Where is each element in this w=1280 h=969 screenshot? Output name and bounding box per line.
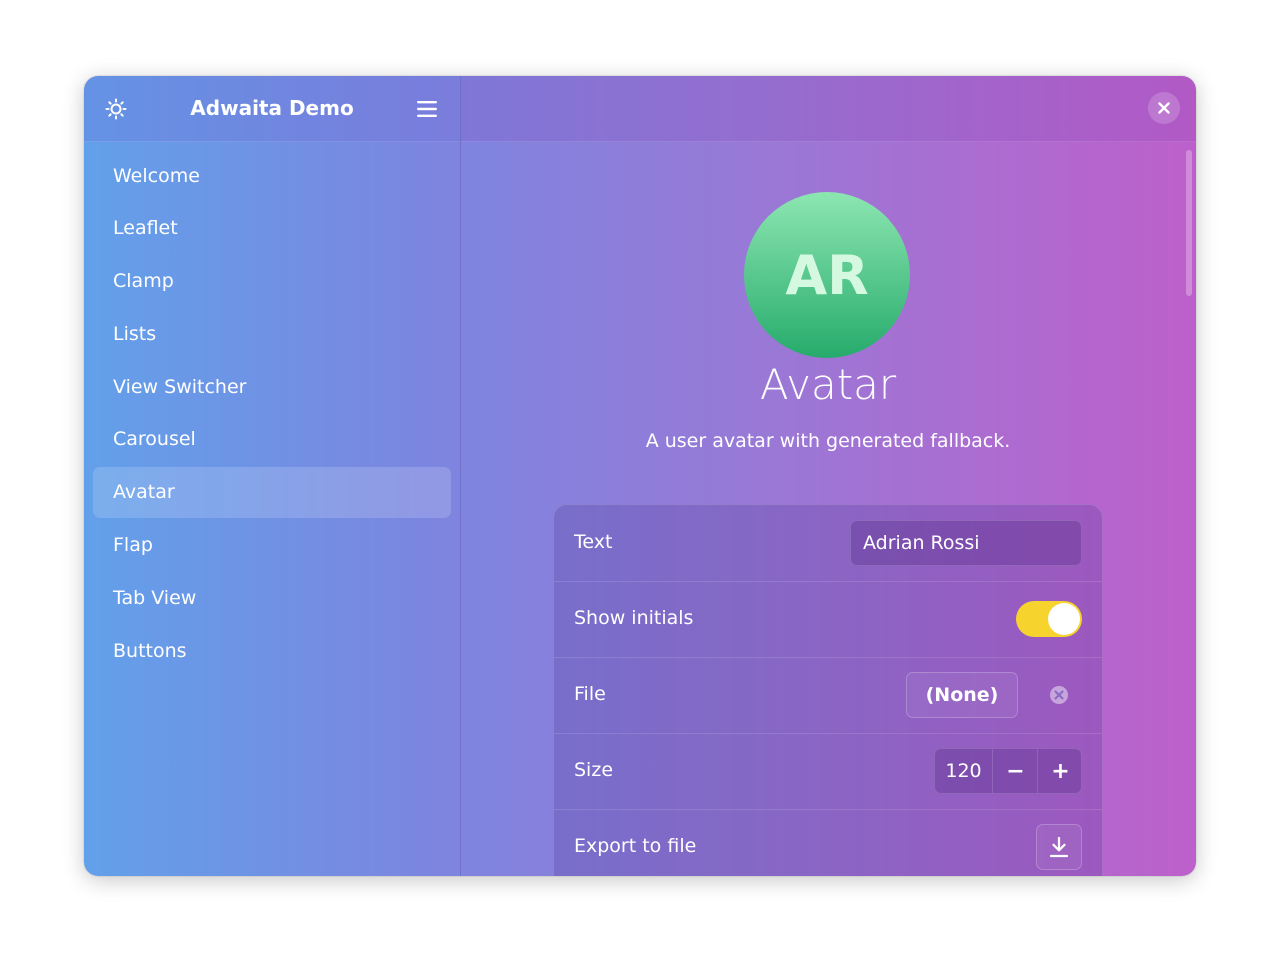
- sidebar-item-label: Leaflet: [113, 217, 178, 240]
- page-title: Avatar: [759, 360, 897, 409]
- sidebar-item-tab-view[interactable]: Tab View: [93, 572, 451, 623]
- show-initials-row: Show initials: [554, 581, 1102, 658]
- size-spin-button: 120 − +: [934, 748, 1082, 794]
- page-description: A user avatar with generated fallback.: [645, 430, 1011, 452]
- sidebar-item-leaflet[interactable]: Leaflet: [93, 203, 451, 254]
- avatar: AR: [744, 192, 910, 358]
- show-initials-switch[interactable]: [1016, 601, 1082, 637]
- file-row: File (None): [554, 657, 1102, 734]
- app-title: Adwaita Demo: [190, 96, 354, 120]
- clear-circle-icon[interactable]: [1036, 672, 1082, 718]
- size-value[interactable]: 120: [935, 749, 992, 793]
- sidebar-item-label: Buttons: [113, 639, 187, 662]
- hamburger-menu-icon[interactable]: [410, 93, 444, 125]
- sidebar-item-buttons[interactable]: Buttons: [93, 625, 451, 676]
- sidebar-item-lists[interactable]: Lists: [93, 308, 451, 359]
- pane-divider: [460, 76, 461, 876]
- size-row: Size 120 − +: [554, 733, 1102, 810]
- preferences-group: Text Adrian Rossi Show initials File (No…: [553, 504, 1103, 876]
- export-row: Export to file: [554, 809, 1102, 876]
- sidebar-item-view-switcher[interactable]: View Switcher: [93, 361, 451, 412]
- decrement-button[interactable]: −: [992, 749, 1038, 793]
- sidebar-item-label: Avatar: [113, 481, 175, 504]
- text-input[interactable]: Adrian Rossi: [850, 520, 1082, 566]
- export-button[interactable]: [1036, 824, 1082, 870]
- sidebar-item-label: Flap: [113, 534, 153, 557]
- text-row: Text Adrian Rossi: [554, 505, 1102, 582]
- avatar-initials: AR: [785, 243, 869, 307]
- switch-knob: [1048, 603, 1080, 635]
- increment-button[interactable]: +: [1037, 749, 1083, 793]
- sidebar-item-label: Welcome: [113, 164, 200, 187]
- sidebar-item-label: Clamp: [113, 270, 174, 293]
- download-icon: [1049, 836, 1069, 858]
- sidebar-item-welcome[interactable]: Welcome: [93, 150, 451, 201]
- close-icon[interactable]: [1148, 92, 1180, 124]
- sidebar-item-clamp[interactable]: Clamp: [93, 256, 451, 307]
- export-label: Export to file: [574, 835, 697, 857]
- text-label: Text: [574, 531, 613, 553]
- sidebar-item-label: Carousel: [113, 428, 196, 451]
- sidebar-item-avatar[interactable]: Avatar: [93, 466, 451, 518]
- show-initials-label: Show initials: [574, 607, 694, 629]
- sidebar-item-label: Lists: [113, 322, 157, 345]
- app-window: Adwaita Demo Welcome Leaflet Clamp Lists…: [84, 76, 1196, 876]
- sidebar-item-carousel[interactable]: Carousel: [93, 414, 451, 465]
- sidebar-header: Adwaita Demo: [84, 76, 460, 142]
- size-label: Size: [574, 759, 614, 781]
- content-scrollbar[interactable]: [1186, 150, 1192, 296]
- sidebar-item-label: View Switcher: [113, 375, 247, 398]
- file-chooser-button[interactable]: (None): [906, 672, 1018, 718]
- sidebar-item-label: Tab View: [113, 586, 197, 609]
- sidebar-item-flap[interactable]: Flap: [93, 520, 451, 571]
- content-header: [461, 76, 1196, 142]
- sidebar-list: Welcome Leaflet Clamp Lists View Switche…: [93, 150, 451, 678]
- file-label: File: [574, 683, 606, 705]
